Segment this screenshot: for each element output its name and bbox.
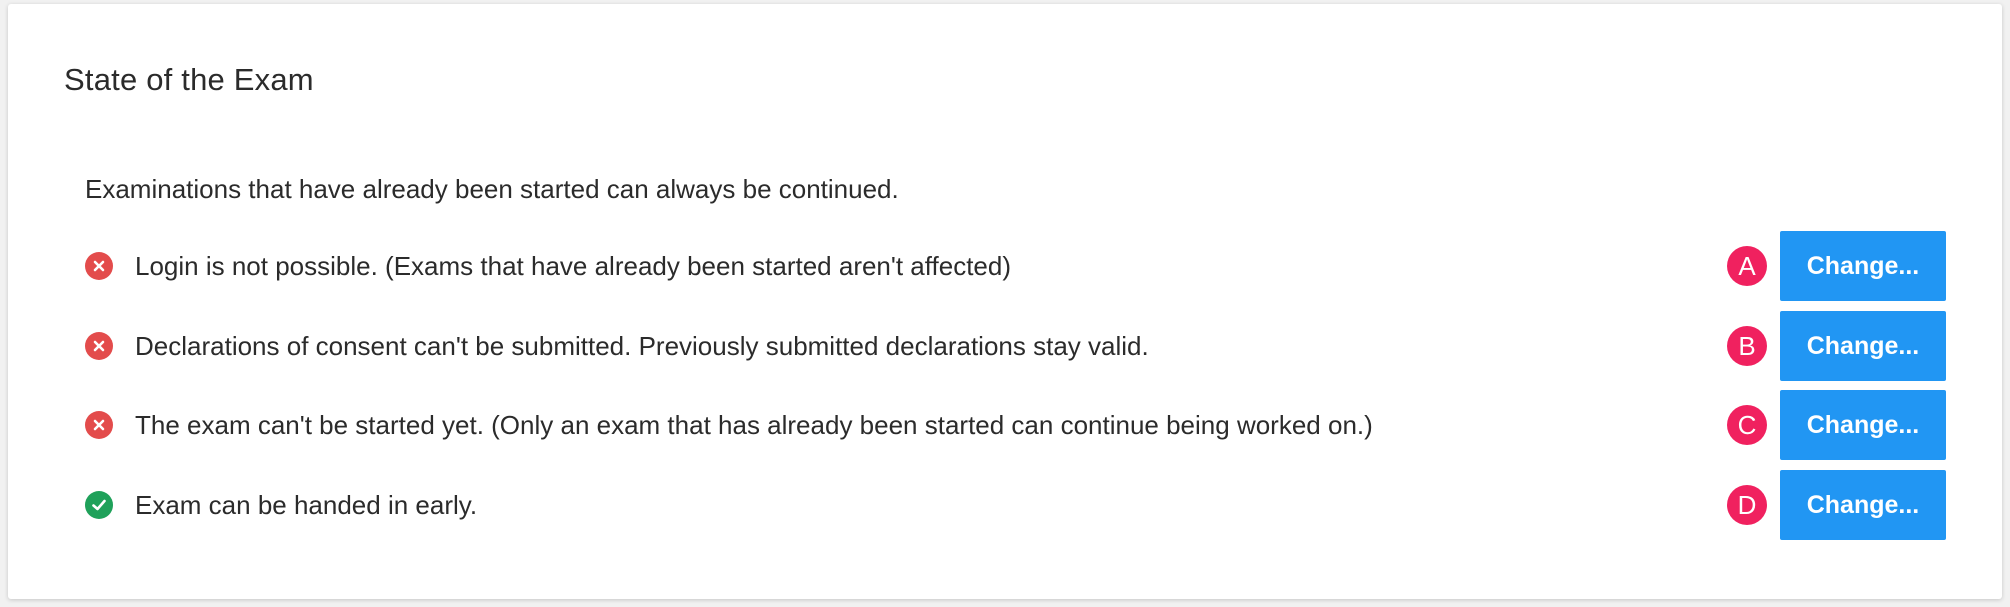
change-handin-button[interactable]: Change... (1780, 470, 1946, 540)
setting-text-start: The exam can't be started yet. (Only an … (135, 410, 1373, 440)
setting-text-handin: Exam can be handed in early. (135, 490, 478, 520)
check-circle-icon (85, 491, 113, 519)
panel-intro-text: Examinations that have already been star… (85, 174, 899, 204)
annotation-badge-b: B (1727, 326, 1767, 366)
annotation-badge-c: C (1727, 405, 1767, 445)
setting-row-consent: Declarations of consent can't be submitt… (8, 311, 2002, 381)
setting-text-login: Login is not possible. (Exams that have … (135, 251, 1012, 281)
setting-row-start: The exam can't be started yet. (Only an … (8, 390, 2002, 460)
change-login-button[interactable]: Change... (1780, 231, 1946, 301)
annotation-badge-d: D (1727, 485, 1767, 525)
x-circle-icon (85, 332, 113, 360)
setting-row-handin: Exam can be handed in early. D Change... (8, 470, 2002, 540)
exam-state-panel: State of the Exam Examinations that have… (8, 4, 2002, 599)
annotation-badge-a: A (1727, 246, 1767, 286)
setting-row-login: Login is not possible. (Exams that have … (8, 231, 2002, 301)
x-circle-icon (85, 411, 113, 439)
x-circle-icon (85, 252, 113, 280)
change-consent-button[interactable]: Change... (1780, 311, 1946, 381)
panel-title: State of the Exam (64, 62, 314, 97)
change-start-button[interactable]: Change... (1780, 390, 1946, 460)
setting-text-consent: Declarations of consent can't be submitt… (135, 331, 1149, 361)
